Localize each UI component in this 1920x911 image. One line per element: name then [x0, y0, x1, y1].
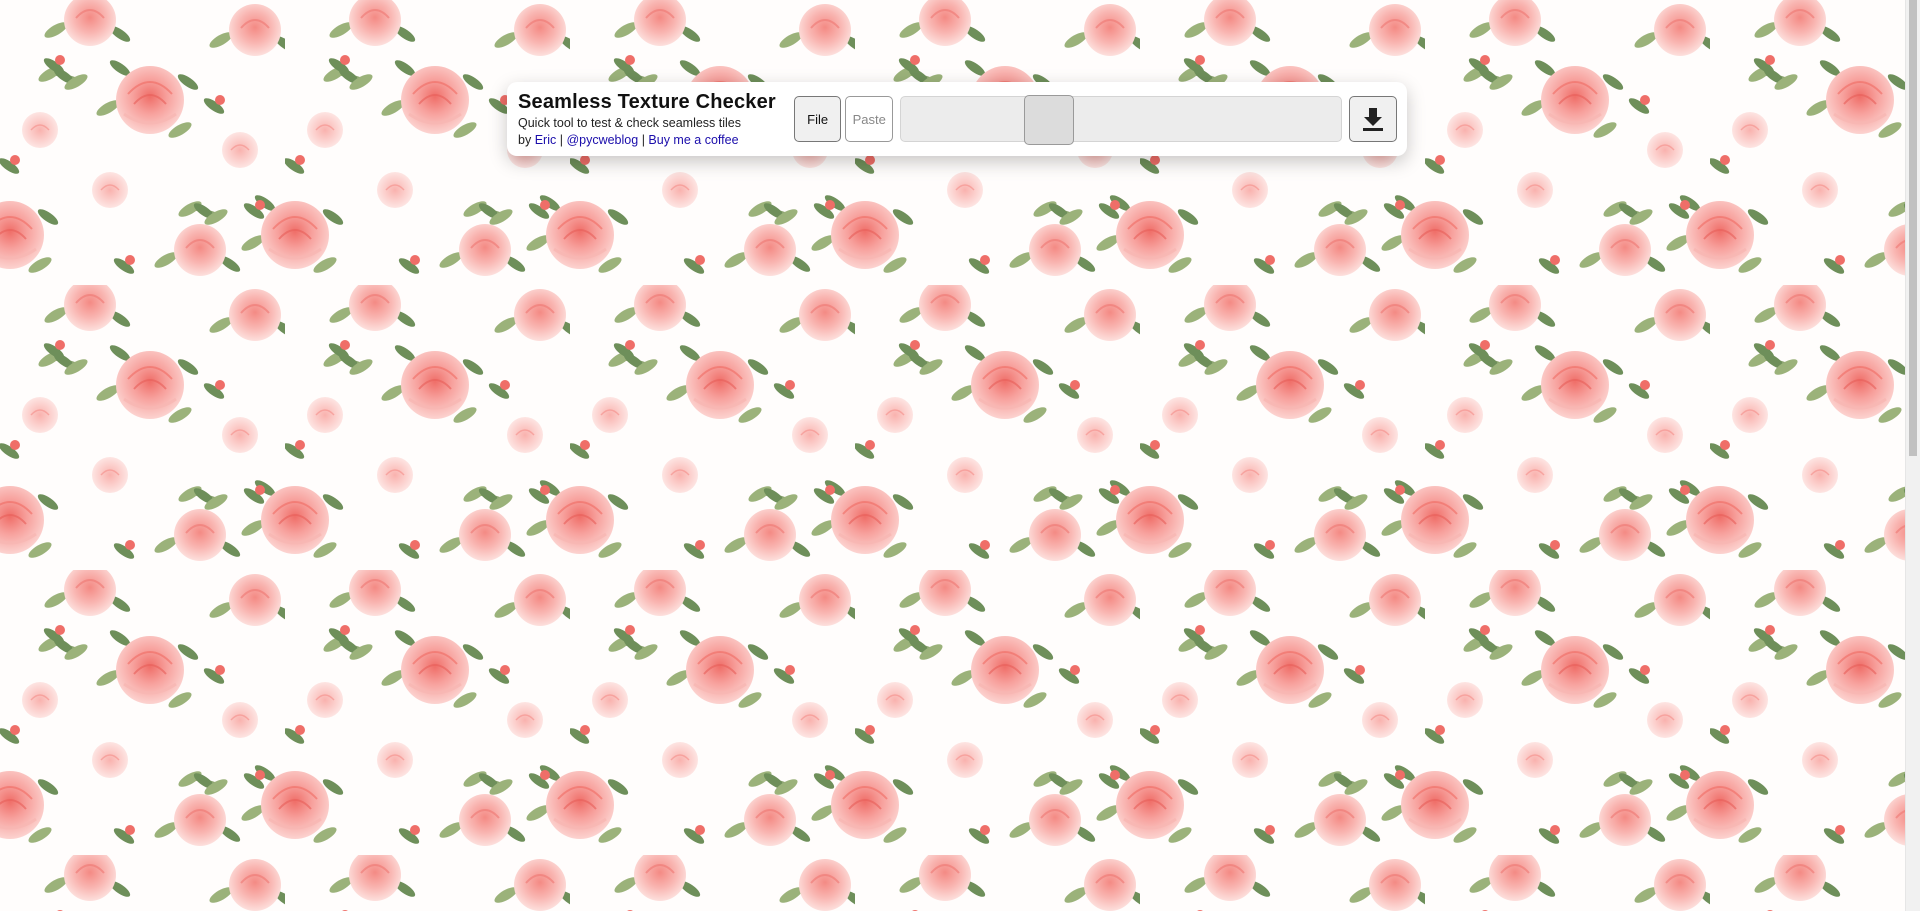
zoom-slider[interactable] [900, 95, 1343, 145]
file-button[interactable]: File [793, 96, 842, 142]
paste-button[interactable]: Paste [845, 96, 894, 142]
download-icon [1363, 108, 1384, 131]
separator: | [641, 133, 645, 147]
app-title: Seamless Texture Checker [518, 91, 776, 113]
credits-line: by Eric | @pycweblog | Buy me a coffee [518, 133, 781, 148]
tool-panel: Seamless Texture Checker Quick tool to t… [507, 82, 1407, 156]
by-prefix: by [518, 133, 532, 147]
zoom-slider-thumb[interactable] [1023, 95, 1074, 145]
brand-block: Seamless Texture Checker Quick tool to t… [518, 90, 781, 148]
buy-coffee-link[interactable]: Buy me a coffee [648, 133, 738, 147]
scrollbar-thumb[interactable] [1909, 0, 1917, 456]
twitter-link[interactable]: @pycweblog [566, 133, 638, 147]
separator: | [559, 133, 563, 147]
page-scrollbar[interactable] [1905, 0, 1920, 911]
download-button[interactable] [1349, 96, 1398, 142]
app-subtitle: Quick tool to test & check seamless tile… [518, 116, 742, 130]
author-link[interactable]: Eric [535, 133, 557, 147]
